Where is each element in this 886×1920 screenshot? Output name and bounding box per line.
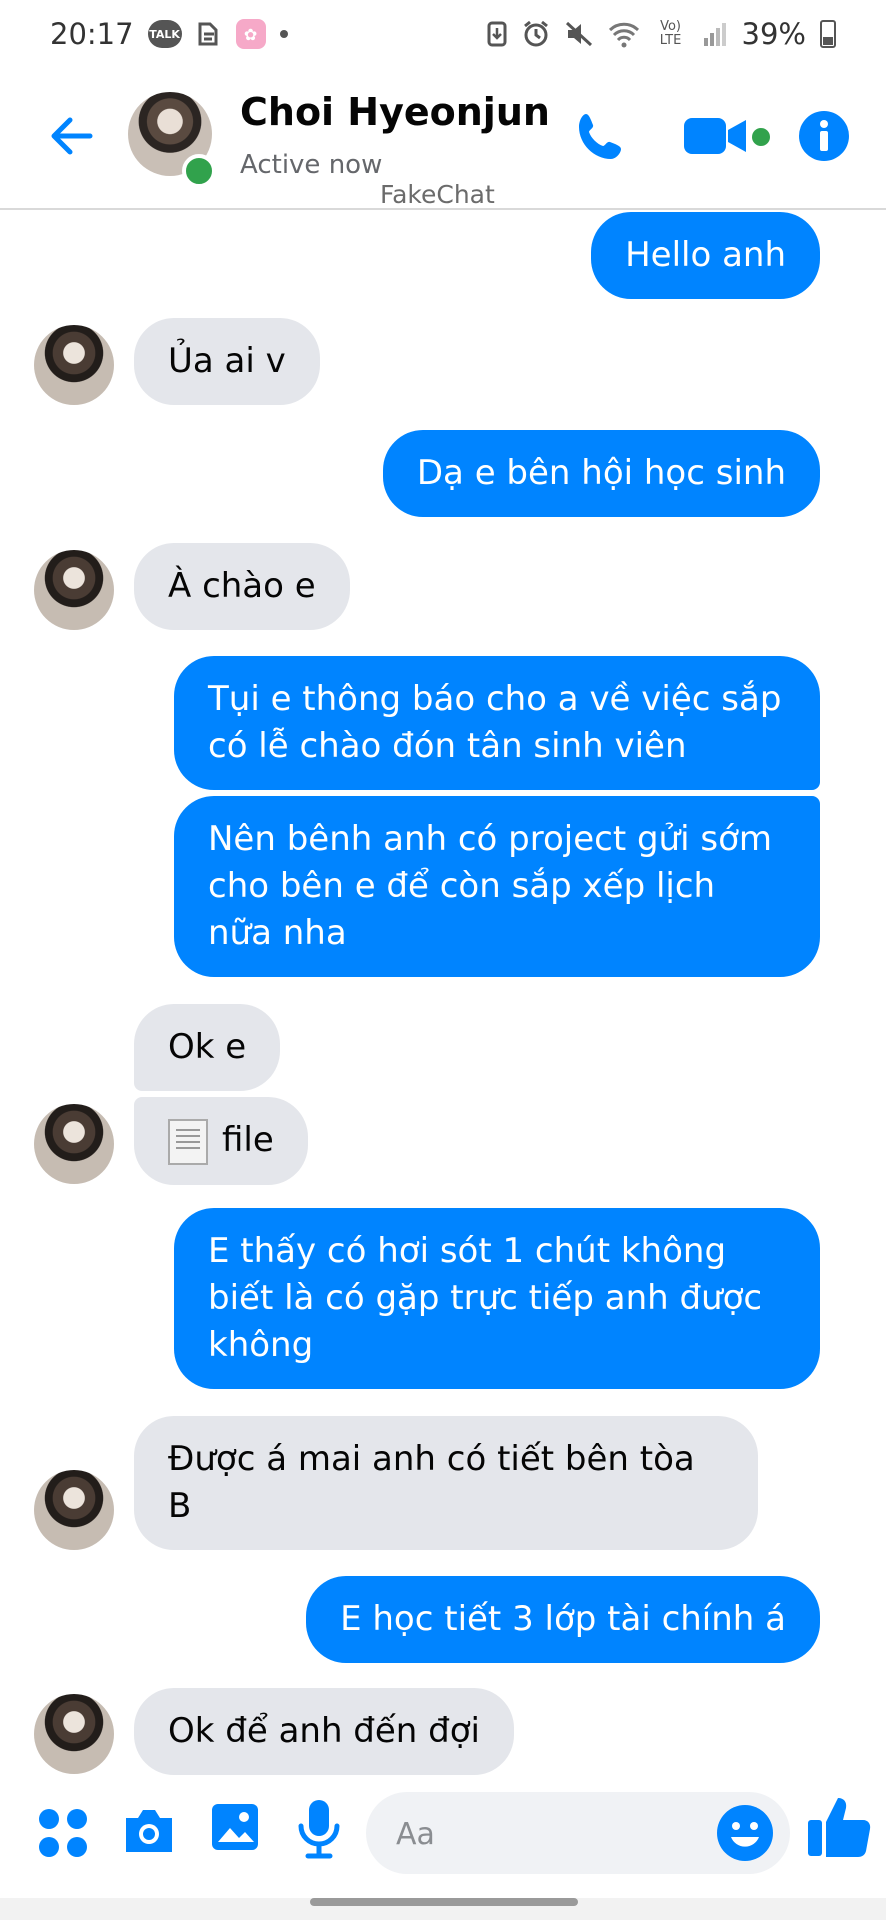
battery-icon <box>820 20 836 48</box>
message-incoming[interactable]: À chào e <box>134 543 350 630</box>
message-outgoing[interactable]: E thấy có hơi sót 1 chút không biết là c… <box>174 1208 820 1389</box>
volte-icon: Vo) LTE <box>659 19 682 48</box>
mute-icon <box>564 20 594 48</box>
message-input-container <box>366 1792 790 1874</box>
document-icon <box>168 1118 208 1165</box>
emoji-icon[interactable] <box>716 1804 774 1862</box>
sender-avatar[interactable] <box>34 325 114 405</box>
message-outgoing[interactable]: Tụi e thông báo cho a về việc sắp có lễ … <box>174 656 820 790</box>
home-gesture-bar[interactable] <box>310 1898 578 1906</box>
file-attachment[interactable]: file <box>134 1097 308 1185</box>
info-icon[interactable] <box>798 110 850 162</box>
message-outgoing[interactable]: Dạ e bên hội học sinh <box>382 430 820 517</box>
wifi-icon <box>608 20 640 48</box>
message-outgoing[interactable]: Nên bênh anh có project gửi sớm cho bên … <box>174 796 820 977</box>
signal-icon <box>702 20 728 48</box>
app-notification-icon <box>196 20 222 48</box>
message-input[interactable] <box>394 1810 698 1858</box>
file-label: file <box>222 1120 274 1160</box>
gallery-icon[interactable] <box>210 1802 260 1852</box>
status-bar: 20:17 TALK ✿ Vo) LTE 39% <box>0 0 886 68</box>
download-icon <box>486 20 508 48</box>
back-arrow-icon[interactable] <box>44 108 100 164</box>
chat-header: Choi Hyeonjun Active now FakeChat <box>0 68 886 210</box>
online-indicator <box>182 154 216 188</box>
sender-avatar[interactable] <box>34 550 114 630</box>
flower-app-icon: ✿ <box>235 19 266 49</box>
contact-name[interactable]: Choi Hyeonjun <box>240 90 550 134</box>
sender-avatar[interactable] <box>34 1470 114 1550</box>
battery-percent: 39% <box>741 17 806 51</box>
message-outgoing[interactable]: E học tiết 3 lớp tài chính á <box>306 1576 820 1663</box>
message-outgoing[interactable]: Hello anh <box>591 212 820 299</box>
watermark: FakeChat <box>380 180 495 209</box>
alarm-icon <box>522 20 550 48</box>
status-left: 20:17 TALK ✿ <box>50 17 288 51</box>
phone-call-icon[interactable] <box>572 108 630 166</box>
more-notifications-dot <box>279 30 288 38</box>
video-active-indicator <box>752 128 770 146</box>
talk-notification-icon: TALK <box>147 20 182 48</box>
video-call-icon[interactable] <box>684 114 748 158</box>
microphone-icon[interactable] <box>296 1798 342 1860</box>
sender-avatar[interactable] <box>34 1694 114 1774</box>
sender-avatar[interactable] <box>34 1104 114 1184</box>
more-actions-icon[interactable] <box>36 1806 90 1860</box>
status-right: Vo) LTE 39% <box>486 17 836 51</box>
composer-bar <box>0 1768 886 1898</box>
message-incoming[interactable]: Ok e <box>134 1004 281 1091</box>
thumbs-up-icon[interactable] <box>804 1790 874 1860</box>
message-incoming[interactable]: Được á mai anh có tiết bên tòa B <box>134 1416 758 1550</box>
contact-status: Active now <box>240 150 383 180</box>
clock: 20:17 <box>50 17 134 51</box>
message-incoming[interactable]: Ok để anh đến đợi <box>134 1688 514 1775</box>
camera-icon[interactable] <box>122 1806 176 1856</box>
message-incoming[interactable]: Ủa ai v <box>134 318 320 405</box>
